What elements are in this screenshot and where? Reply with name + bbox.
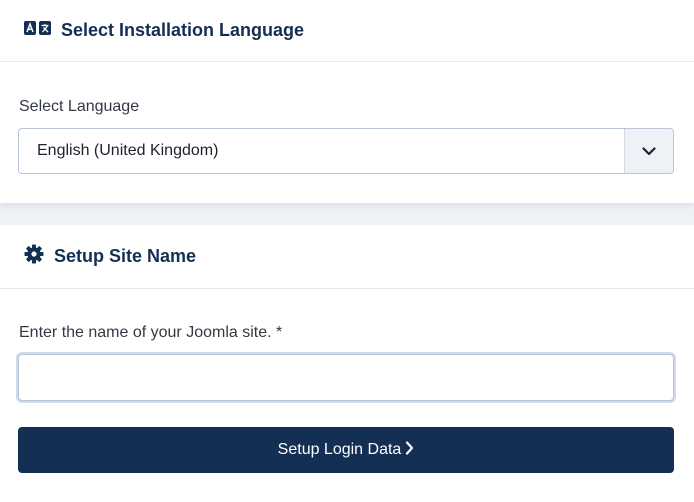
language-card-header: Select Installation Language [0,0,694,62]
chevron-right-icon [405,440,414,460]
language-card: Select Installation Language Select Lang… [0,0,694,203]
setup-login-data-button[interactable]: Setup Login Data [18,427,674,473]
language-icon [24,21,51,40]
site-name-input[interactable] [18,354,674,401]
chevron-down-icon[interactable] [624,129,673,173]
setup-login-data-label: Setup Login Data [277,441,402,458]
language-select-value: English (United Kingdom) [37,142,219,159]
language-section-title: Select Installation Language [61,20,305,40]
language-select[interactable]: English (United Kingdom) [18,128,674,174]
site-name-label: Enter the name of your Joomla site. * [19,324,283,341]
gear-icon [24,244,44,269]
select-language-label: Select Language [19,98,140,115]
site-name-section-title: Setup Site Name [54,246,197,266]
site-name-card-header: Setup Site Name [0,225,694,289]
